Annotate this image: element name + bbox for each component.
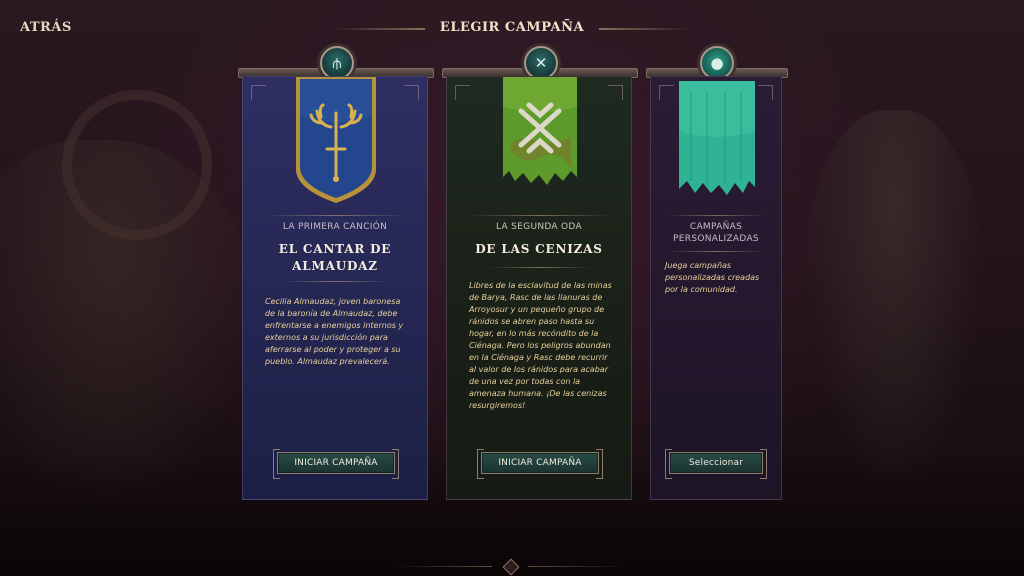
blank-banner-icon bbox=[679, 81, 755, 195]
bottom-line-left bbox=[392, 566, 492, 567]
divider bbox=[263, 215, 409, 216]
corner-ornament bbox=[659, 85, 674, 100]
card-1-medallion: ⫛ bbox=[320, 46, 354, 80]
bottom-ornament bbox=[392, 558, 632, 576]
rune-cross-icon: ✕ bbox=[534, 53, 548, 72]
antlered-sword-icon bbox=[296, 77, 376, 203]
campaign-subtitle: LA SEGUNDA ODA bbox=[496, 222, 582, 232]
rune-cross-banner-icon bbox=[503, 77, 577, 185]
select-button[interactable]: Seleccionar bbox=[665, 449, 767, 479]
campaign-card-cenizas[interactable]: LA SEGUNDA ODA DE LAS CENIZAS Libres de … bbox=[446, 76, 632, 500]
divider bbox=[283, 281, 389, 282]
divider bbox=[667, 215, 767, 216]
campaign-card-custom[interactable]: CAMPAÑAS PERSONALIZADAS Juega campañas p… bbox=[650, 76, 782, 500]
campaign-description: Libres de la esclavitud de las minas de … bbox=[469, 281, 612, 410]
card-2-medallion: ✕ bbox=[524, 46, 558, 80]
start-campaign-button[interactable]: INICIAR CAMPAÑA bbox=[273, 449, 399, 479]
campaign-title-line-1: EL CANTAR DE bbox=[278, 242, 392, 256]
campaign-card-almaudaz[interactable]: LA PRIMERA CANCIÓN EL CANTAR DE ALMAUDAZ… bbox=[242, 76, 428, 500]
diamond-icon bbox=[502, 558, 520, 576]
corner-ornament bbox=[758, 85, 773, 100]
title-rule-right bbox=[599, 28, 689, 30]
campaign-subtitle-line-2: PERSONALIZADAS bbox=[673, 234, 759, 244]
campaign-description: Cecilia Almaudaz, joven baronesa de la b… bbox=[265, 297, 404, 366]
orb-icon: ● bbox=[710, 53, 724, 72]
bottom-line-right bbox=[528, 566, 628, 567]
top-bar: ATRÁS ELEGIR CAMPAÑA bbox=[0, 0, 1024, 56]
corner-ornament bbox=[251, 85, 266, 100]
campaign-subtitle-line-1: CAMPAÑAS bbox=[689, 222, 743, 232]
screen-title: ELEGIR CAMPAÑA bbox=[439, 20, 585, 35]
divider bbox=[487, 267, 593, 268]
start-campaign-button[interactable]: INICIAR CAMPAÑA bbox=[477, 449, 603, 479]
background-ring bbox=[62, 90, 212, 240]
campaign-title-line-2: ALMAUDAZ bbox=[292, 259, 378, 273]
corner-ornament bbox=[404, 85, 419, 100]
campaign-subtitle: LA PRIMERA CANCIÓN bbox=[282, 222, 388, 232]
background-figure bbox=[804, 110, 984, 490]
campaign-title: DE LAS CENIZAS bbox=[475, 242, 603, 256]
campaign-description: Juega campañas personalizadas creadas po… bbox=[665, 261, 760, 294]
background-hill bbox=[0, 140, 260, 520]
trident-icon: ⫛ bbox=[332, 53, 342, 72]
card-3-medallion: ● bbox=[700, 46, 734, 80]
divider bbox=[467, 215, 613, 216]
divider bbox=[667, 251, 767, 252]
corner-ornament bbox=[608, 85, 623, 100]
corner-ornament bbox=[455, 85, 470, 100]
